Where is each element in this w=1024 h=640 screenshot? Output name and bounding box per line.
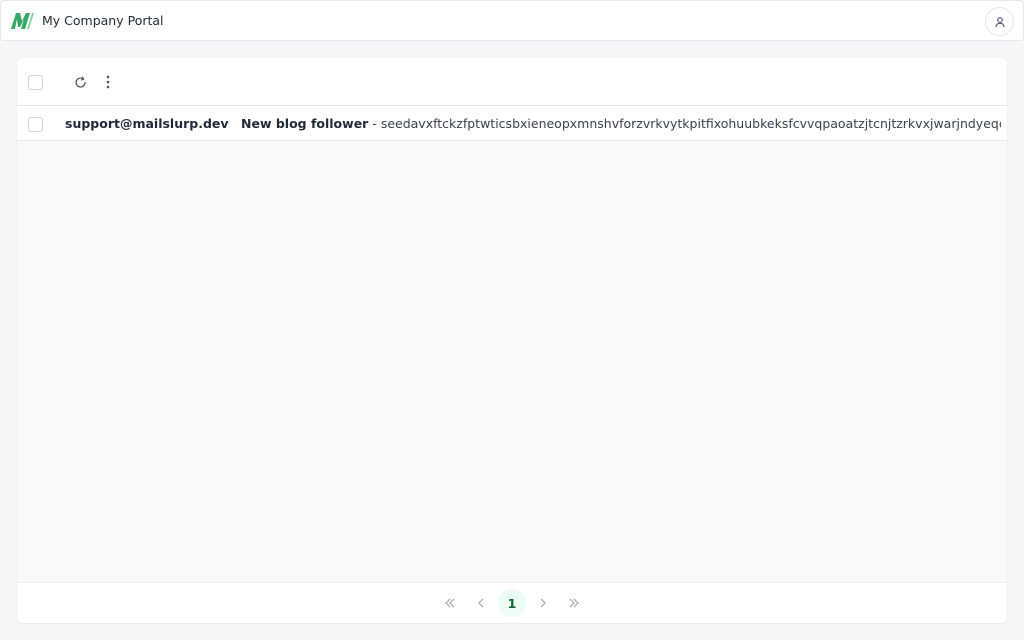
chevrons-right-icon bbox=[569, 598, 579, 608]
inbox-toolbar bbox=[17, 58, 1007, 106]
first-page-button[interactable] bbox=[436, 589, 464, 617]
email-row-checkbox[interactable] bbox=[28, 117, 43, 132]
next-page-button[interactable] bbox=[529, 589, 557, 617]
user-icon bbox=[994, 16, 1005, 27]
app-title: My Company Portal bbox=[42, 13, 164, 28]
top-bar: My Company Portal bbox=[0, 0, 1024, 41]
email-row[interactable]: support@mailslurp.dev New blog follower … bbox=[17, 106, 1007, 141]
page-button-current[interactable]: 1 bbox=[498, 589, 526, 617]
mailslurp-logo-icon[interactable] bbox=[10, 12, 34, 30]
pagination: 1 bbox=[17, 582, 1007, 623]
select-all-checkbox[interactable] bbox=[28, 75, 43, 90]
inbox-panel: support@mailslurp.dev New blog follower … bbox=[17, 58, 1007, 623]
refresh-button[interactable] bbox=[69, 71, 91, 93]
email-message: New blog follower - seedavxftckzfptwtics… bbox=[241, 116, 1001, 131]
user-menu-button[interactable] bbox=[985, 7, 1014, 36]
refresh-icon bbox=[74, 76, 86, 88]
email-preview: seedavxftckzfptwticsbxieneopxmnshvforzvr… bbox=[380, 116, 1001, 131]
email-sender: support@mailslurp.dev bbox=[65, 116, 229, 131]
email-subject: New blog follower bbox=[241, 116, 369, 131]
email-separator: - bbox=[368, 116, 381, 131]
previous-page-button[interactable] bbox=[467, 589, 495, 617]
chevron-right-icon bbox=[540, 598, 546, 608]
chevron-left-icon bbox=[478, 598, 484, 608]
email-list: support@mailslurp.dev New blog follower … bbox=[17, 106, 1007, 141]
chevrons-left-icon bbox=[445, 598, 455, 608]
more-options-button[interactable] bbox=[97, 71, 119, 93]
last-page-button[interactable] bbox=[560, 589, 588, 617]
more-vertical-icon bbox=[106, 75, 110, 89]
